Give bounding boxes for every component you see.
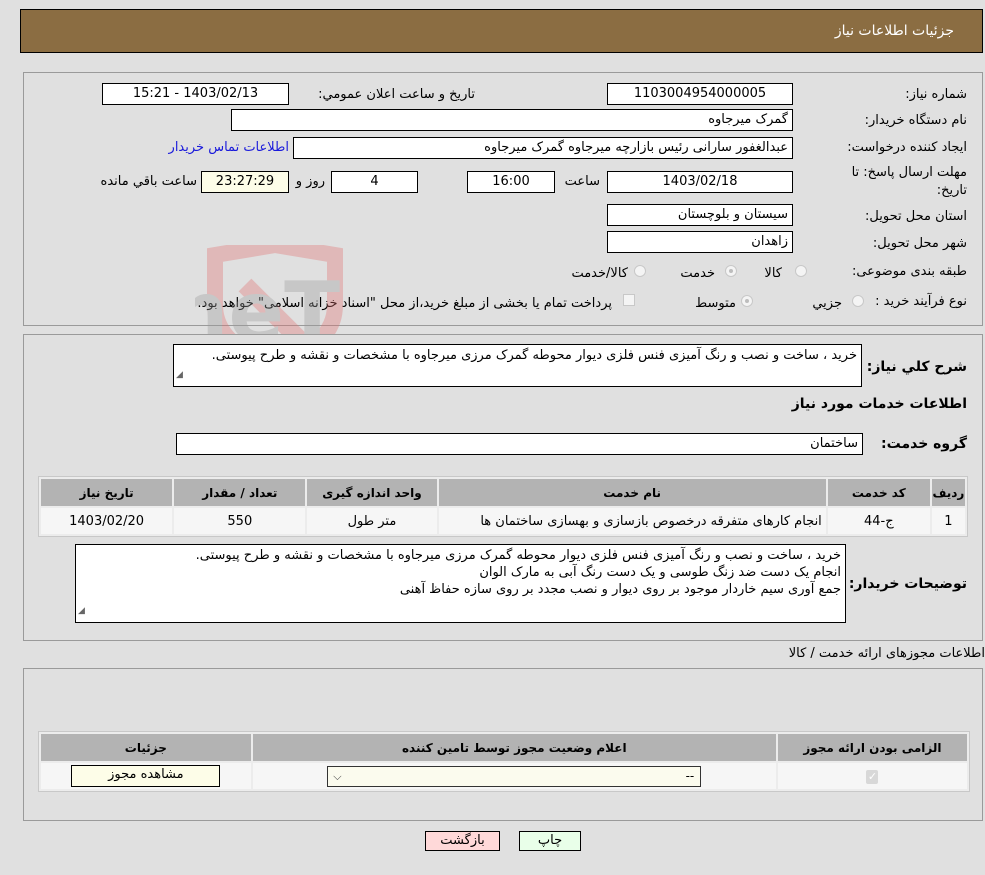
services-table-header: ردیف کد خدمت نام خدمت واحد اندازه گیری ت… (41, 479, 965, 506)
cell-service-name: انجام کارهای متفرقه درخصوص بازسازی و بهس… (438, 508, 826, 534)
table-row: 1 ج-44 انجام کارهای متفرقه درخصوص بازساز… (41, 508, 965, 534)
days-remaining-field: 4 (331, 171, 418, 193)
deadline-time-field: 16:00 (467, 171, 555, 193)
services-table: ردیف کد خدمت نام خدمت واحد اندازه گیری ت… (38, 476, 968, 537)
service-group-field: ساختمان (176, 433, 863, 455)
creator-field: عبدالغفور سارانی رئیس بازارچه میرجاوه گم… (293, 137, 793, 159)
buyer-org-field: گمرک میرجاوه (231, 109, 793, 131)
resize-handle-icon[interactable]: ◢ (176, 367, 183, 384)
description-textarea[interactable]: خرید ، ساخت و نصب و رنگ آمیزی فنس فلزی د… (173, 344, 862, 387)
category-option-goods: کالا (764, 266, 782, 281)
announce-datetime-field: 1403/02/13 - 15:21 (102, 83, 289, 105)
col-quantity: تعداد / مقدار (174, 479, 306, 506)
city-label: شهر محل تحویل: (872, 236, 967, 251)
print-button[interactable]: چاپ (519, 831, 581, 851)
service-group-label: گروه خدمت: (881, 436, 967, 452)
category-radio-goods-service[interactable] (634, 265, 646, 277)
services-heading: اطلاعات خدمات مورد نیاز (791, 396, 967, 412)
col-service-name: نام خدمت (438, 479, 826, 506)
buyer-notes-label: توضیحات خریدار: (848, 576, 967, 592)
province-field: سیستان و بلوچستان (607, 204, 793, 226)
col-unit: واحد اندازه گیری (307, 479, 437, 506)
description-text: خرید ، ساخت و نصب و رنگ آمیزی فنس فلزی د… (211, 348, 857, 363)
deadline-date-field: 1403/02/18 (607, 171, 793, 193)
buyer-contact-link[interactable]: اطلاعات تماس خریدار (169, 140, 289, 155)
page-header: جزئیات اطلاعات نیاز (20, 9, 983, 53)
treasury-checkbox[interactable] (623, 294, 635, 306)
process-option-minor: جزيي (812, 296, 842, 311)
col-need-date: تاریخ نیاز (41, 479, 173, 506)
cell-permit-details: مشاهده مجوز (41, 763, 251, 789)
permits-table: الزامی بودن ارائه مجوز اعلام وضعیت مجوز … (38, 731, 970, 792)
time-remaining-field: 23:27:29 (201, 171, 289, 193)
deadline-label-date: تاریخ: (936, 183, 967, 198)
buyer-org-label: نام دستگاه خریدار: (864, 113, 967, 128)
category-option-service: خدمت (680, 266, 715, 281)
category-radio-goods[interactable] (795, 265, 807, 277)
cell-permit-status: -- ⌵ (252, 763, 776, 789)
permits-title: اطلاعات مجوزهای ارائه خدمت / کالا (788, 646, 985, 661)
cell-need-date: 1403/02/20 (41, 508, 173, 534)
creator-label: ایجاد کننده درخواست: (847, 140, 967, 155)
permit-status-select[interactable]: -- ⌵ (327, 765, 702, 787)
view-permit-button[interactable]: مشاهده مجوز (71, 765, 221, 787)
city-field: زاهدان (607, 231, 793, 253)
col-service-code: کد خدمت (827, 479, 930, 506)
announce-label: تاریخ و ساعت اعلان عمومي: (318, 87, 475, 102)
permit-status-value: -- (685, 768, 695, 783)
need-number-label: شماره نیاز: (905, 87, 967, 102)
permits-table-header: الزامی بودن ارائه مجوز اعلام وضعیت مجوز … (41, 734, 967, 761)
process-label: نوع فرآیند خرید : (875, 294, 967, 309)
buyer-notes-line: خرید ، ساخت و نصب و رنگ آمیزی فنس فلزی د… (195, 548, 841, 563)
treasury-note: پرداخت تمام یا بخشی از مبلغ خرید،از محل … (197, 296, 612, 311)
col-permit-details: جزئیات (41, 734, 251, 761)
process-radio-medium[interactable] (741, 295, 753, 307)
days-label: روز و (295, 174, 325, 189)
col-row-number: ردیف (931, 479, 965, 506)
time-remaining-label: ساعت باقي مانده (100, 174, 197, 189)
need-number-field: 1103004954000005 (607, 83, 793, 105)
category-radio-service[interactable] (725, 265, 737, 277)
process-option-medium: متوسط (695, 296, 736, 311)
page-title: جزئیات اطلاعات نیاز (834, 23, 954, 39)
cell-row-number: 1 (931, 508, 965, 534)
permit-required-checkbox[interactable]: ✓ (866, 769, 879, 784)
province-label: استان محل تحویل: (865, 209, 967, 224)
back-button[interactable]: بازگشت (425, 831, 500, 851)
cell-unit: متر طول (307, 508, 437, 534)
cell-service-code: ج-44 (827, 508, 930, 534)
process-radio-minor[interactable] (852, 295, 864, 307)
col-permit-status: اعلام وضعیت مجوز توسط تامین کننده (252, 734, 776, 761)
category-label: طبقه بندی موضوعی: (851, 264, 967, 279)
deadline-label: مهلت ارسال پاسخ: تا (851, 165, 967, 180)
resize-handle-icon[interactable]: ◢ (78, 603, 85, 620)
buyer-notes-textarea[interactable]: خرید ، ساخت و نصب و رنگ آمیزی فنس فلزی د… (75, 544, 846, 623)
description-label: شرح کلي نیاز: (866, 359, 967, 375)
category-option-goods-service: کالا/خدمت (571, 266, 628, 281)
deadline-time-label: ساعت (564, 174, 600, 189)
cell-permit-required: ✓ (777, 763, 967, 789)
buyer-notes-line: جمع آوری سیم خاردار موجود بر روی دیوار و… (399, 582, 841, 597)
cell-quantity: 550 (174, 508, 306, 534)
buyer-notes-line: انجام یک دست ضد زنگ طوسی و یک دست رنگ آب… (479, 565, 841, 580)
table-row: ✓ -- ⌵ مشاهده مجوز (41, 763, 967, 789)
col-permit-required: الزامی بودن ارائه مجوز (777, 734, 967, 761)
chevron-down-icon: ⌵ (333, 769, 342, 783)
